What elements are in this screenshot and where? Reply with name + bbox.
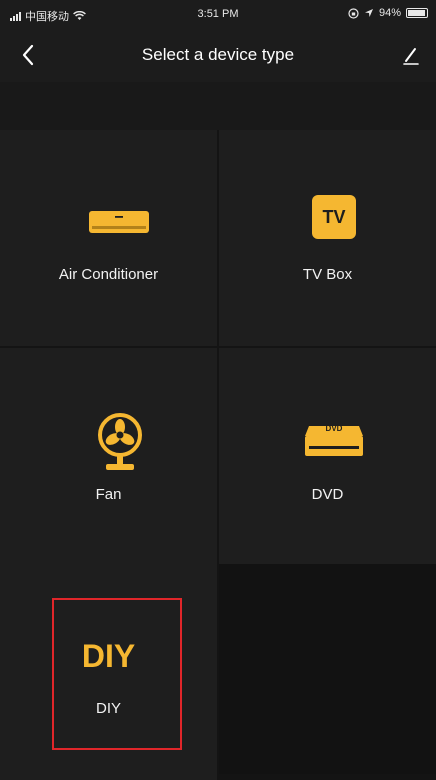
location-icon [364, 9, 373, 17]
status-right: 94% [348, 7, 428, 19]
device-label: TV Box [302, 266, 353, 283]
device-diy[interactable]: DIY DIY [0, 564, 217, 780]
air-conditioner-icon [89, 211, 149, 233]
device-label: DVD [311, 486, 344, 503]
fan-icon [98, 413, 142, 470]
device-label: DIY [95, 700, 121, 717]
device-label: Air Conditioner [58, 266, 159, 283]
page-title: Select a device type [141, 45, 295, 64]
device-air-conditioner[interactable]: Air Conditioner [0, 130, 217, 346]
header-spacer [0, 82, 436, 130]
orientation-lock-icon [348, 7, 359, 19]
pencil-icon [403, 48, 419, 65]
device-label: Fan [95, 486, 122, 503]
empty-cell [219, 564, 436, 774]
status-bar: 中国移动 3:51 PM 94% [0, 0, 436, 28]
battery-percent: 94% [378, 7, 401, 19]
device-fan[interactable]: Fan [0, 348, 217, 564]
tv-box-icon-text: TV [322, 207, 346, 227]
battery-icon [406, 8, 428, 18]
edit-button[interactable] [396, 40, 426, 70]
dvd-icon-text: DVD [325, 424, 343, 433]
device-tv-box[interactable]: TV TV Box [219, 130, 436, 346]
device-dvd[interactable]: DVD DVD [219, 348, 436, 564]
diy-icon: DIY [81, 638, 136, 674]
nav-bar: Select a device type [0, 28, 436, 82]
